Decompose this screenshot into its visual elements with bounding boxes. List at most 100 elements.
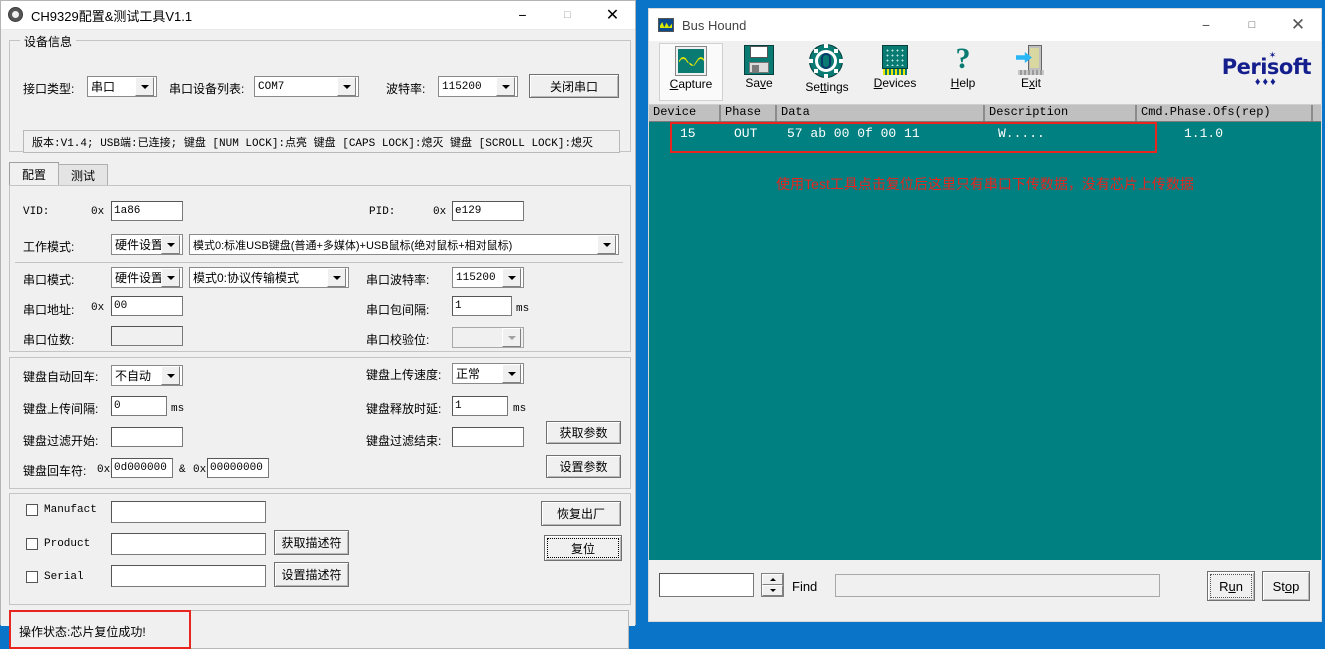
enter-char-label: 键盘回车符: xyxy=(23,464,87,478)
chevron-down-icon xyxy=(337,77,356,96)
capture-grid-header: Device Phase Data Description Cmd.Phase.… xyxy=(649,105,1321,122)
filter-end-input[interactable] xyxy=(452,427,524,447)
serial-bits-input[interactable] xyxy=(111,326,183,346)
find-label: Find xyxy=(792,579,818,594)
toolbar-help-button[interactable]: ? Help xyxy=(931,43,995,101)
filter-start-input[interactable] xyxy=(111,427,183,447)
factory-reset-button[interactable]: 恢复出厂 xyxy=(541,501,621,526)
serial-baud-select[interactable]: 115200 xyxy=(452,267,524,288)
pid-prefix: 0x xyxy=(433,206,447,218)
close-port-button-label: 关闭串口 xyxy=(549,79,598,94)
chevron-down-icon xyxy=(496,77,515,96)
bushound-close-button[interactable]: ✕ xyxy=(1275,9,1321,41)
column-header-description[interactable]: Description xyxy=(985,105,1137,121)
interface-type-value: 串口 xyxy=(91,80,116,94)
work-mode-select[interactable]: 模式0:标准USB键盘(普通+多媒体)+USB鼠标(绝对鼠标+相对鼠标) xyxy=(189,234,619,255)
column-header-data[interactable]: Data xyxy=(777,105,985,121)
count-stepper[interactable] xyxy=(761,573,784,597)
chevron-down-icon xyxy=(597,235,616,254)
tab-config[interactable]: 配置 xyxy=(9,162,60,185)
get-params-button[interactable]: 获取参数 xyxy=(546,421,621,444)
pid-input[interactable] xyxy=(452,201,524,221)
toolbar-devices-label: Devices xyxy=(873,76,917,90)
toolbar-settings-button[interactable]: Settings xyxy=(795,43,859,101)
run-button[interactable]: Run xyxy=(1207,571,1255,601)
product-checkbox[interactable]: Product xyxy=(26,538,90,550)
reset-button[interactable]: 复位 xyxy=(544,535,622,561)
tab-config-label: 配置 xyxy=(22,167,47,182)
release-delay-input[interactable] xyxy=(452,396,508,416)
vid-input[interactable] xyxy=(111,201,183,221)
capture-grid-body[interactable]: 15 OUT 57 ab 00 0f 00 11 W..... 1.1.0 使用… xyxy=(649,122,1321,560)
work-mode-value: 模式0:标准USB键盘(普通+多媒体)+USB鼠标(绝对鼠标+相对鼠标) xyxy=(193,239,513,252)
column-header-device[interactable]: Device xyxy=(649,105,721,121)
stepper-up-icon[interactable] xyxy=(762,574,783,585)
stop-button-label: Stop xyxy=(1272,578,1300,594)
tab-test[interactable]: 测试 xyxy=(58,164,109,185)
set-params-button[interactable]: 设置参数 xyxy=(546,455,621,478)
toolbar-save-button[interactable]: Save xyxy=(727,43,791,101)
get-descriptor-button[interactable]: 获取描述符 xyxy=(274,530,349,555)
toolbar-exit-button[interactable]: Exit xyxy=(999,43,1063,101)
serial-bits-label: 串口位数: xyxy=(23,333,75,347)
parity-label: 串口校验位: xyxy=(366,333,430,347)
toolbar-capture-button[interactable]: Capture xyxy=(659,43,723,101)
bushound-maximize-button[interactable]: □ xyxy=(1229,9,1275,41)
oscilloscope-icon xyxy=(675,46,707,76)
column-header-phase[interactable]: Phase xyxy=(721,105,777,121)
ch9329-window-title: CH9329配置&测试工具V1.1 xyxy=(31,8,193,24)
toolbar-exit-label: Exit xyxy=(1020,76,1041,90)
manufact-input[interactable] xyxy=(111,501,266,523)
chevron-down-icon xyxy=(161,268,180,287)
port-list-select[interactable]: COM7 xyxy=(254,76,359,97)
enter-char-input-2[interactable] xyxy=(207,458,269,478)
serial-addr-label: 串口地址: xyxy=(23,303,75,317)
set-descriptor-button[interactable]: 设置描述符 xyxy=(274,562,349,587)
ch9329-titlebar: CH9329配置&测试工具V1.1 − □ ✕ xyxy=(1,1,635,30)
parity-select[interactable] xyxy=(452,327,524,348)
close-port-button[interactable]: 关闭串口 xyxy=(529,74,619,98)
serial-mode-select[interactable]: 模式0:协议传输模式 xyxy=(189,267,349,288)
upload-speed-select[interactable]: 正常 xyxy=(452,363,524,384)
bushound-minimize-button[interactable]: − xyxy=(1183,9,1229,41)
upload-interval-input[interactable] xyxy=(111,396,167,416)
auto-enter-select[interactable]: 不自动 xyxy=(111,365,183,386)
enter-char-amp: & xyxy=(179,464,186,476)
find-input[interactable] xyxy=(835,574,1160,597)
interface-type-select[interactable]: 串口 xyxy=(87,76,157,97)
work-mode-source-select[interactable]: 硬件设置 xyxy=(111,234,183,255)
maximize-button[interactable]: □ xyxy=(545,1,590,29)
count-input[interactable] xyxy=(659,573,754,597)
filter-start-label: 键盘过滤开始: xyxy=(23,434,99,448)
stop-button[interactable]: Stop xyxy=(1262,571,1310,601)
chevron-down-icon xyxy=(135,77,154,96)
chevron-down-icon xyxy=(502,268,521,287)
pid-label: PID: xyxy=(369,206,396,218)
column-header-cmd[interactable]: Cmd.Phase.Ofs(rep) xyxy=(1137,105,1313,121)
serial-input[interactable] xyxy=(111,565,266,587)
toolbar-devices-button[interactable]: Devices xyxy=(863,43,927,101)
packet-interval-input[interactable] xyxy=(452,296,512,316)
upload-interval-unit: ms xyxy=(171,403,185,415)
serial-baud-label: 串口波特率: xyxy=(366,273,430,287)
table-row[interactable]: 15 OUT 57 ab 00 0f 00 11 W..... 1.1.0 xyxy=(649,126,1321,144)
bushound-frame: Bus Hound − □ ✕ Capture Save Settings De… xyxy=(645,5,1325,625)
perisoft-logo: ✶ Perisoft ♦♦♦ xyxy=(1222,50,1312,88)
checkbox-box xyxy=(26,504,38,516)
manufact-checkbox[interactable]: Manufact xyxy=(26,504,97,516)
release-delay-label: 键盘释放时延: xyxy=(366,402,442,416)
annotation-text: 使用Test工具点击复位后这里只有串口下传数据，没有芯片上传数据 xyxy=(776,176,1194,192)
logo-star-icon: ✶ xyxy=(1268,50,1277,60)
baud-select[interactable]: 115200 xyxy=(438,76,518,97)
serial-mode-source-select[interactable]: 硬件设置 xyxy=(111,267,183,288)
serial-checkbox[interactable]: Serial xyxy=(26,571,84,583)
serial-mode-value: 模式0:协议传输模式 xyxy=(193,271,300,285)
upload-interval-label: 键盘上传间隔: xyxy=(23,402,99,416)
serial-addr-input[interactable] xyxy=(111,296,183,316)
enter-char-input-1[interactable] xyxy=(111,458,173,478)
minimize-button[interactable]: − xyxy=(500,1,545,29)
close-button[interactable]: ✕ xyxy=(590,1,635,29)
toolbar-capture-label: Capture xyxy=(669,77,713,91)
product-input[interactable] xyxy=(111,533,266,555)
stepper-down-icon[interactable] xyxy=(762,585,783,596)
